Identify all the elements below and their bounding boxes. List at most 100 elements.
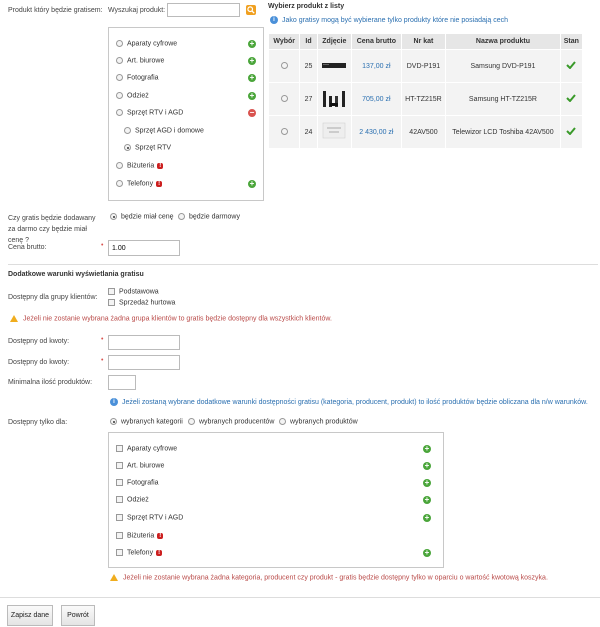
available-categories-radio[interactable] [110, 418, 117, 425]
available-products-option[interactable]: wybranych produktów [279, 418, 358, 425]
product-label: Produkt który będzie gratisem: [8, 7, 103, 14]
tree-item-radio[interactable] [116, 40, 123, 47]
expand-icon[interactable]: + [423, 479, 431, 487]
category-checkbox[interactable] [116, 479, 123, 486]
expand-icon[interactable]: + [423, 462, 431, 470]
category-checklist [108, 432, 444, 568]
category-check-label: Art. biurowe [127, 462, 165, 470]
tree-item-radio[interactable] [116, 162, 123, 169]
choose-cell [267, 82, 301, 116]
table-row[interactable]: 27 705,00 zł HT-TZ215R Samsung HT-TZ215R [267, 82, 584, 116]
available-for-label: Dostępny tylko dla: [8, 419, 68, 426]
choose-radio[interactable] [280, 128, 288, 136]
alert-icon: ! [156, 549, 163, 556]
tree-item[interactable]: Telefony! [116, 180, 163, 187]
tree-item-radio[interactable] [124, 144, 131, 151]
available-producers-radio[interactable] [188, 418, 195, 425]
client-group-option[interactable]: Podstawowa [108, 288, 159, 295]
client-group-label: Podstawowa [119, 288, 159, 296]
tree-item-radio[interactable] [116, 92, 123, 99]
expand-icon[interactable]: + [248, 180, 256, 188]
min-qty-input[interactable] [108, 375, 136, 390]
expand-icon[interactable]: + [248, 40, 256, 48]
search-button[interactable] [246, 5, 256, 15]
expand-icon[interactable]: + [248, 74, 256, 82]
amount-to-input[interactable] [108, 355, 180, 370]
tree-item[interactable]: Aparaty cyfrowe [116, 40, 177, 47]
collapse-icon[interactable]: − [248, 109, 256, 117]
save-button[interactable]: Zapisz dane [7, 605, 53, 626]
category-check-item[interactable]: Telefony! [116, 549, 163, 556]
tree-item[interactable]: Biżuteria! [116, 162, 164, 169]
price-mode-paid-label: będzie miał cenę [121, 213, 174, 221]
category-checkbox[interactable] [116, 549, 123, 556]
category-check-item[interactable]: Fotografia [116, 479, 159, 486]
client-group-checkbox[interactable] [108, 288, 115, 295]
price-mode-paid-radio[interactable] [110, 213, 117, 220]
table-row[interactable]: 24 2 430,00 zł 42AV500 Telewizor LCD Tos… [267, 115, 584, 149]
category-checkbox[interactable] [116, 514, 123, 521]
tree-item[interactable]: Odzież [116, 92, 149, 99]
product-thumbnail [322, 63, 347, 68]
name-cell: Samsung DVD-P191 [445, 49, 561, 83]
tree-item-label: Odzież [127, 92, 149, 100]
client-group-option[interactable]: Sprzedaż hurtowa [108, 299, 175, 306]
back-button[interactable]: Powrót [61, 605, 95, 626]
price-mode-free-radio[interactable] [178, 213, 185, 220]
price-mode-free-option[interactable]: będzie darmowy [178, 213, 240, 220]
client-group-checkbox[interactable] [108, 299, 115, 306]
amount-from-input[interactable] [108, 335, 180, 350]
tree-item-radio[interactable] [116, 74, 123, 81]
tree-item[interactable]: Sprzęt RTV [124, 144, 171, 151]
choose-radio[interactable] [280, 95, 288, 103]
tree-item-radio[interactable] [116, 109, 123, 116]
price-cell: 705,00 zł [351, 82, 402, 116]
tree-item[interactable]: Sprzęt RTV i AGD [116, 109, 183, 116]
thumb-cell [316, 49, 353, 83]
tree-item-label: Sprzęt RTV i AGD [127, 109, 184, 117]
category-check-label: Biżuteria [127, 532, 155, 540]
search-icon [247, 6, 255, 14]
status-cell [559, 115, 584, 149]
available-products-radio[interactable] [279, 418, 286, 425]
product-list-info: i Jako gratisy mogą być wybierane tylko p… [270, 16, 508, 24]
table-row[interactable]: 25 137,00 zł DVD-P191 Samsung DVD-P191 [267, 49, 584, 83]
available-producers-option[interactable]: wybranych producentów [188, 418, 275, 425]
expand-icon[interactable]: + [248, 92, 256, 100]
category-check-item[interactable]: Sprzęt RTV i AGD [116, 514, 183, 521]
tree-item-radio[interactable] [124, 127, 131, 134]
alert-icon: ! [156, 180, 163, 187]
category-check-item[interactable]: Biżuteria! [116, 532, 164, 540]
tree-item[interactable]: Fotografia [116, 74, 159, 81]
search-label: Wyszukaj produkt: [108, 7, 166, 14]
bottom-warning: Jeżeli nie zostanie wybrana żadna katego… [110, 574, 548, 581]
search-input[interactable] [167, 3, 240, 17]
expand-icon[interactable]: + [423, 514, 431, 522]
col-header: Cena brutto [351, 33, 402, 50]
category-check-item[interactable]: Art. biurowe [116, 462, 164, 469]
tree-item[interactable]: Sprzęt AGD i domowe [124, 127, 204, 134]
category-checkbox[interactable] [116, 445, 123, 452]
category-check-item[interactable]: Odzież [116, 496, 149, 503]
tree-item-radio[interactable] [116, 180, 123, 187]
expand-icon[interactable]: + [423, 445, 431, 453]
expand-icon[interactable]: + [248, 57, 256, 65]
category-checkbox[interactable] [116, 462, 123, 469]
info-icon: i [270, 16, 278, 24]
available-categories-option[interactable]: wybranych kategorii [110, 418, 183, 425]
choose-radio[interactable] [280, 62, 288, 70]
available-categories-label: wybranych kategorii [121, 418, 183, 426]
category-checkbox[interactable] [116, 496, 123, 503]
alert-icon: ! [157, 532, 164, 539]
category-check-item[interactable]: Aparaty cyfrowe [116, 445, 177, 452]
tree-item-label: Sprzęt AGD i domowe [135, 127, 204, 135]
gross-price-input[interactable] [108, 240, 180, 256]
category-checkbox[interactable] [116, 532, 123, 539]
price-mode-paid-option[interactable]: będzie miał cenę [110, 213, 174, 220]
col-header: Zdjęcie [316, 33, 353, 50]
expand-icon[interactable]: + [423, 496, 431, 504]
tree-item-label: Sprzęt RTV [135, 144, 172, 152]
expand-icon[interactable]: + [423, 549, 431, 557]
tree-item-radio[interactable] [116, 57, 123, 64]
tree-item[interactable]: Art. biurowe [116, 57, 164, 64]
